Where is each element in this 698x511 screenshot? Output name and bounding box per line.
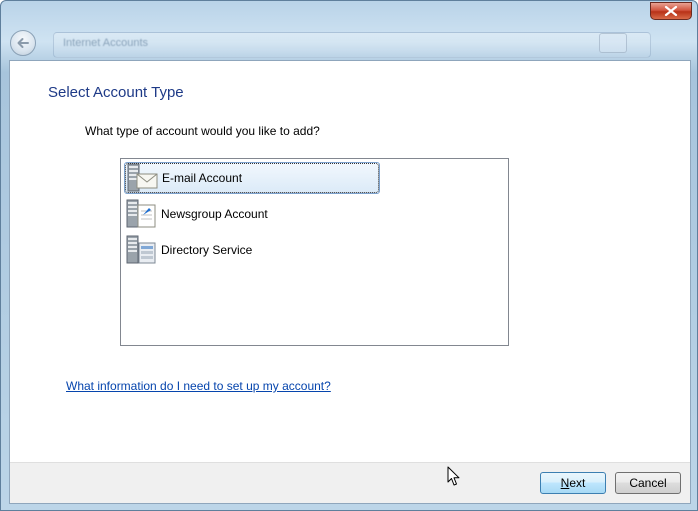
close-button[interactable] [650,2,692,20]
list-item-label: Directory Service [161,243,253,257]
next-label: ext [569,476,586,490]
page-title: Select Account Type [48,84,184,101]
back-button[interactable] [10,30,36,56]
email-server-icon [127,163,158,192]
window-title: Internet Accounts [63,37,148,49]
list-item-directory-service[interactable]: Directory Service [124,234,380,266]
close-icon [664,6,678,16]
list-item-newsgroup-account[interactable]: Newsgroup Account [124,198,380,230]
account-type-list[interactable]: E-mail Account Newsgroup Account Directo… [120,158,509,346]
list-item-label: E-mail Account [162,171,243,185]
next-mnemonic: N [560,476,570,490]
window-frame: Internet Accounts Select Account Type Wh… [0,0,698,511]
next-button[interactable]: Next [540,472,606,494]
question-label: What type of account would you like to a… [85,124,320,138]
directory-server-icon [126,235,156,264]
wizard-client-area: Select Account Type What type of account… [9,60,691,504]
cancel-button[interactable]: Cancel [615,472,681,494]
list-item-label: Newsgroup Account [161,207,268,221]
help-link[interactable]: What information do I need to set up my … [66,379,331,393]
newsgroup-server-icon [126,199,156,228]
mouse-pointer-icon [447,466,460,486]
list-item-email-account[interactable]: E-mail Account [124,162,380,194]
back-arrow-icon [17,38,29,48]
title-bar-ghost-box [599,33,627,53]
